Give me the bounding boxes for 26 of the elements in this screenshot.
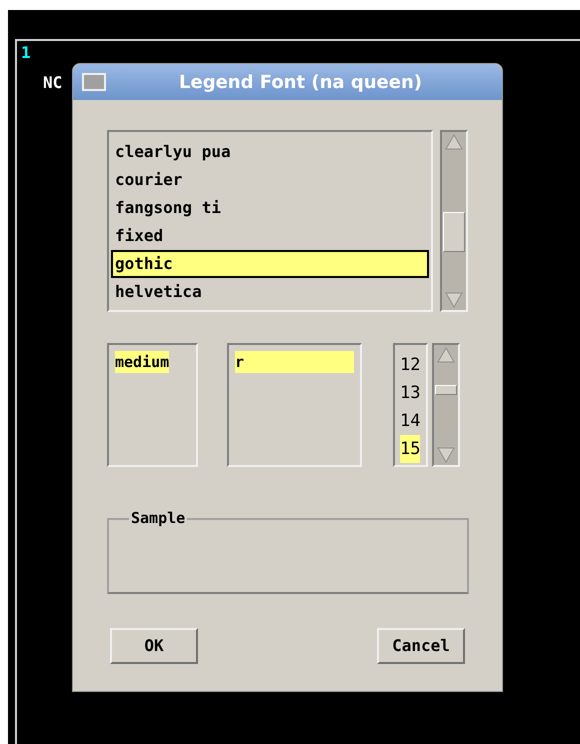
font-family-item[interactable]: clearlyu pua xyxy=(111,138,430,166)
up-arrow-icon[interactable] xyxy=(437,347,455,363)
font-family-item[interactable]: gothic xyxy=(111,250,430,278)
font-family-item[interactable]: courier xyxy=(111,166,430,194)
scroll-thumb[interactable] xyxy=(443,212,466,252)
scroll-thumb[interactable] xyxy=(435,385,457,395)
scrollbar[interactable] xyxy=(432,343,460,467)
font-family-item[interactable]: fangsong ti xyxy=(111,194,430,222)
legend-text: NC xyxy=(43,73,62,93)
weight-item[interactable]: medium xyxy=(115,351,170,373)
scrollbar[interactable] xyxy=(440,130,468,312)
line-number: 1 xyxy=(21,43,31,63)
size-item[interactable]: 13 xyxy=(400,379,420,407)
window-menu-icon[interactable] xyxy=(81,71,107,93)
ok-button[interactable]: OK xyxy=(110,628,198,664)
window-title: Legend Font (na queen) xyxy=(178,70,423,94)
font-family-item[interactable]: fixed xyxy=(111,222,430,250)
font-family-item[interactable]: helvetica xyxy=(111,278,430,306)
down-arrow-icon[interactable] xyxy=(445,292,464,308)
size-item[interactable]: 12 xyxy=(400,351,420,379)
cancel-button[interactable]: Cancel xyxy=(377,628,465,664)
size-item[interactable]: 15 xyxy=(400,435,420,463)
down-arrow-icon[interactable] xyxy=(437,447,455,463)
up-arrow-icon[interactable] xyxy=(445,134,464,150)
slant-item[interactable]: r xyxy=(235,351,354,373)
size-item[interactable]: 14 xyxy=(400,407,420,435)
